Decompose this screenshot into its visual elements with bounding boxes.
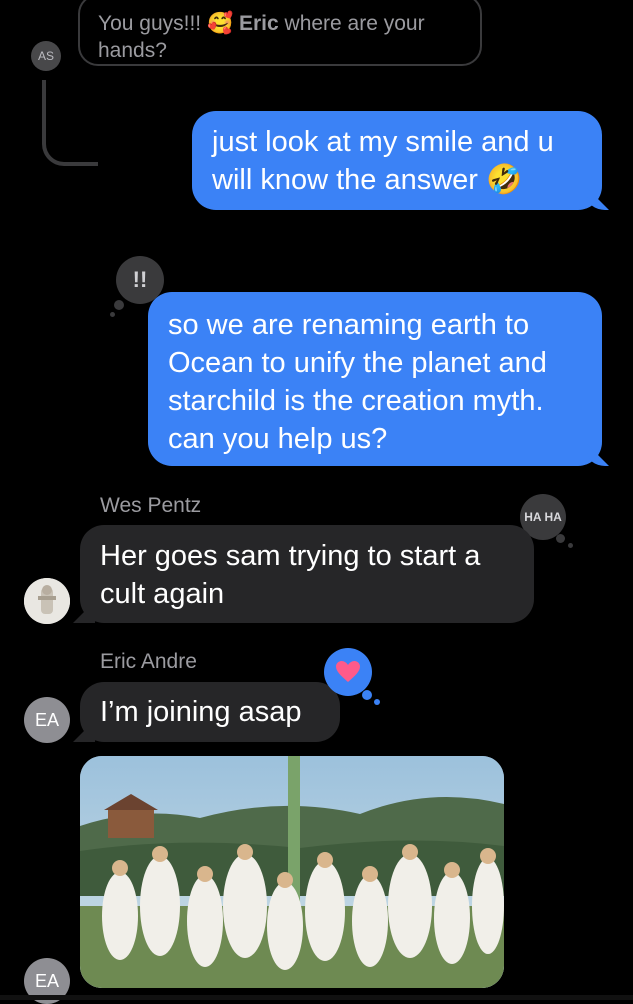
heart-icon [324, 648, 372, 696]
image-attachment[interactable] [80, 756, 504, 988]
message-text: so we are renaming earth to Ocean to uni… [168, 309, 547, 455]
tapback-tail-dot [110, 312, 115, 317]
received-message-bubble[interactable]: I’m joining asap [80, 682, 340, 742]
sender-name: Wes Pentz [100, 494, 202, 517]
avatar-wes-pentz[interactable] [24, 578, 70, 624]
tapback-tail-dot [362, 690, 372, 700]
message-text: I’m joining asap [100, 696, 302, 728]
reply-thread-line [42, 80, 98, 166]
quoted-mention: Eric [238, 12, 279, 35]
received-message-bubble[interactable]: Her goes sam trying to start a cult agai… [80, 525, 534, 623]
tapback-tail-dot [556, 534, 565, 543]
sent-message-bubble[interactable]: just look at my smile and u will know th… [192, 111, 602, 210]
heart-tapback[interactable] [322, 648, 386, 708]
bottom-edge [0, 995, 633, 1000]
tapback-tail-dot [568, 543, 573, 548]
quoted-reply-bubble[interactable]: You guys!!! 🥰 Eric where are your hands? [78, 0, 482, 66]
quoted-emoji: 🥰 [206, 12, 234, 35]
tapback-tail-dot [114, 300, 124, 310]
sent-message-bubble[interactable]: so we are renaming earth to Ocean to uni… [148, 292, 602, 466]
sender-name: Eric Andre [100, 650, 197, 673]
avatar-as[interactable]: AS [31, 41, 61, 71]
message-text: Her goes sam trying to start a cult agai… [100, 540, 481, 610]
avatar-ea[interactable]: EA [24, 697, 70, 743]
quoted-text-prefix: You guys!!! [98, 12, 202, 35]
message-text: just look at my smile and u will know th… [212, 126, 554, 196]
tapback-tail-dot [374, 699, 380, 705]
